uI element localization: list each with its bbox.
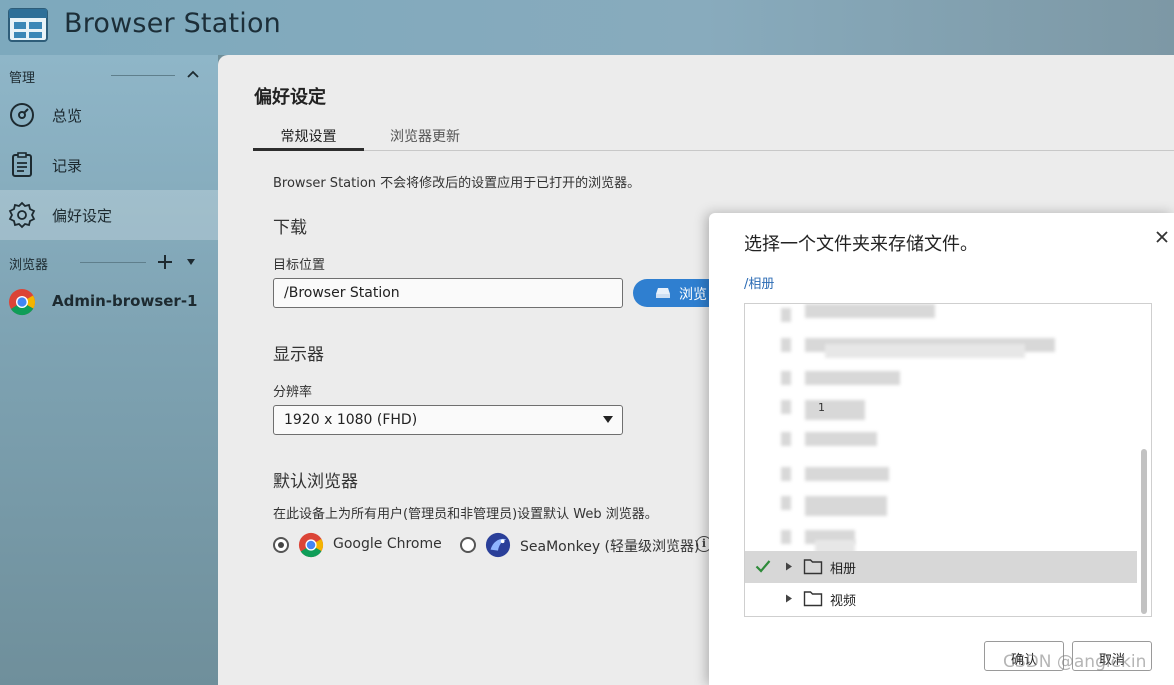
sidebar-item-label: Admin-browser-1 bbox=[52, 292, 198, 310]
blurred-folder-row[interactable]: 1 bbox=[745, 396, 1145, 420]
blurred-folder-row[interactable] bbox=[745, 428, 1145, 450]
folder-picker-dialog: 选择一个文件夹来存储文件。 /相册 1 相册 视频 确认 取消 bbox=[709, 213, 1174, 685]
app-header: Browser Station bbox=[0, 0, 1174, 55]
blurred-folder-row[interactable] bbox=[745, 334, 1145, 358]
blurred-folder-row[interactable] bbox=[745, 367, 1145, 389]
sidebar-item-label: 记录 bbox=[52, 157, 83, 175]
blurred-folder-label: 1 bbox=[818, 401, 825, 414]
divider bbox=[111, 75, 175, 76]
sidebar-section-browsers[interactable]: 浏览器 bbox=[0, 249, 218, 275]
tab-bar: 常规设置 浏览器更新 bbox=[253, 123, 1174, 151]
sidebar-item-preferences[interactable]: 偏好设定 bbox=[0, 190, 218, 240]
overview-icon bbox=[10, 103, 34, 127]
folder-tree[interactable]: 1 相册 视频 bbox=[744, 303, 1152, 617]
expand-arrow-icon[interactable] bbox=[785, 562, 793, 571]
blurred-folder-row[interactable] bbox=[745, 463, 1145, 485]
sidebar-section-label: 管理 bbox=[9, 71, 36, 86]
scrollbar-thumb[interactable] bbox=[1141, 449, 1147, 614]
tab-general-settings[interactable]: 常规设置 bbox=[253, 123, 364, 151]
target-location-label: 目标位置 bbox=[273, 258, 326, 273]
folder-row-album[interactable]: 相册 bbox=[745, 551, 1137, 583]
radio-google-chrome[interactable] bbox=[273, 537, 289, 553]
sidebar-item-label: 偏好设定 bbox=[52, 207, 113, 225]
target-location-field[interactable]: /Browser Station bbox=[273, 278, 623, 308]
blurred-folder-row[interactable] bbox=[745, 526, 1145, 554]
resolution-value: 1920 x 1080 (FHD) bbox=[284, 412, 418, 428]
add-icon[interactable] bbox=[157, 254, 173, 270]
option-google-chrome-label[interactable]: Google Chrome bbox=[333, 536, 442, 552]
sidebar-section-label: 浏览器 bbox=[9, 258, 49, 273]
sidebar-section-manage[interactable]: 管理 bbox=[0, 62, 218, 88]
sidebar-item-label: 总览 bbox=[52, 107, 83, 125]
blurred-folder-row[interactable] bbox=[745, 304, 1145, 326]
blurred-folder-row[interactable] bbox=[745, 492, 1145, 516]
resolution-label: 分辨率 bbox=[273, 385, 313, 400]
browser-station-logo-icon bbox=[8, 8, 48, 42]
app-title: Browser Station bbox=[64, 8, 281, 39]
option-seamonkey-label[interactable]: SeaMonkey (轻量级浏览器) bbox=[520, 536, 699, 556]
folder-icon bbox=[803, 559, 823, 575]
chevron-up-icon[interactable] bbox=[186, 69, 200, 79]
drive-icon bbox=[656, 288, 670, 298]
breadcrumb[interactable]: /相册 bbox=[744, 273, 774, 292]
tab-browser-updates[interactable]: 浏览器更新 bbox=[374, 123, 476, 151]
notice-text: Browser Station 不会将修改后的设置应用于已打开的浏览器。 bbox=[273, 176, 641, 191]
sidebar-item-admin-browser-1[interactable]: Admin-browser-1 bbox=[0, 277, 218, 327]
folder-icon bbox=[803, 591, 823, 607]
chrome-icon bbox=[298, 532, 324, 558]
log-icon bbox=[12, 152, 32, 177]
resolution-select[interactable]: 1920 x 1080 (FHD) bbox=[273, 405, 623, 435]
folder-name: 相册 bbox=[830, 562, 857, 577]
radio-seamonkey[interactable] bbox=[460, 537, 476, 553]
watermark: CSDN @anglekin bbox=[1003, 652, 1147, 672]
gear-icon bbox=[8, 201, 36, 229]
display-heading: 显示器 bbox=[273, 345, 324, 365]
caret-down-icon[interactable] bbox=[186, 258, 196, 266]
sidebar: 管理 总览 记录 偏好设定 浏览器 Admin-browser-1 bbox=[0, 55, 218, 685]
expand-arrow-icon[interactable] bbox=[785, 594, 793, 603]
checkmark-icon bbox=[755, 560, 771, 573]
dialog-title: 选择一个文件夹来存储文件。 bbox=[744, 234, 978, 255]
sidebar-item-log[interactable]: 记录 bbox=[0, 140, 218, 190]
page-title: 偏好设定 bbox=[254, 87, 326, 108]
divider bbox=[80, 262, 146, 263]
seamonkey-icon bbox=[485, 532, 511, 558]
default-browser-description: 在此设备上为所有用户(管理员和非管理员)设置默认 Web 浏览器。 bbox=[273, 507, 658, 522]
chrome-icon bbox=[9, 289, 36, 316]
folder-row-video[interactable]: 视频 bbox=[745, 583, 1137, 615]
folder-name: 视频 bbox=[830, 594, 857, 609]
caret-down-icon bbox=[603, 416, 613, 423]
sidebar-item-overview[interactable]: 总览 bbox=[0, 90, 218, 140]
download-heading: 下载 bbox=[273, 218, 307, 238]
browse-button-label: 浏览 bbox=[679, 287, 707, 303]
close-icon[interactable] bbox=[1154, 229, 1170, 245]
default-browser-heading: 默认浏览器 bbox=[273, 472, 358, 492]
